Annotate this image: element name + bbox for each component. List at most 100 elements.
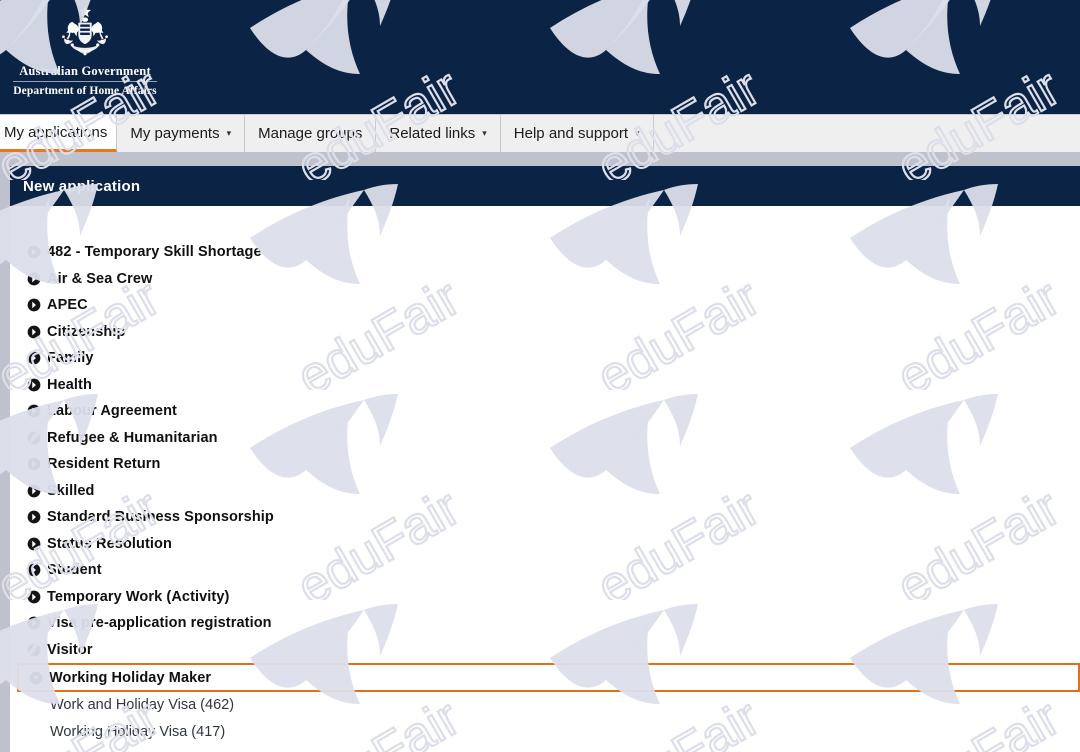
category-label: Citizenship [47,323,126,340]
chevron-right-circle-icon [27,325,41,339]
category-label: Family [47,350,94,367]
chevron-right-circle-icon [27,484,41,498]
category-row[interactable]: Air & Sea Crew [10,266,1080,293]
expand-toggle-closed[interactable] [27,457,41,471]
nav-item-label: My payments [130,125,220,142]
chevron-right-circle-icon [27,643,41,657]
category-label: Refugee & Humanitarian [47,429,218,446]
category-row[interactable]: Resident Return [10,451,1080,478]
category-row[interactable]: Temporary Work (Activity) [10,584,1080,611]
chevron-right-circle-icon [27,378,41,392]
application-category-list: 482 - Temporary Skill Shortage Air & Sea … [10,239,1080,745]
category-label: Temporary Work (Activity) [47,588,230,605]
category-label: Status Resolution [47,535,172,552]
category-label: Air & Sea Crew [47,270,153,287]
expand-toggle-closed[interactable] [27,590,41,604]
expand-toggle-closed[interactable] [27,325,41,339]
category-row[interactable]: Visitor [10,637,1080,664]
site-banner: Australian Government Department of Home… [0,0,1080,114]
panel-header: New application [10,166,1080,206]
expand-toggle-open[interactable] [29,671,43,685]
expand-toggle-closed[interactable] [27,351,41,365]
chevron-right-circle-icon [27,272,41,286]
category-row[interactable]: Status Resolution [10,531,1080,558]
category-row[interactable]: Refugee & Humanitarian [10,425,1080,452]
category-label: Student [47,562,102,579]
left-gutter [0,166,10,752]
main-navigation: My applications My payments ▾ Manage groups… [0,114,1080,152]
nav-bottom-band [0,152,1080,166]
nav-item-help-and-support[interactable]: Help and support ▾ [501,115,654,152]
visa-subtype-item[interactable]: Work and Holiday Visa (462) [10,692,1080,719]
expand-toggle-closed[interactable] [27,484,41,498]
nav-item-my-payments[interactable]: My payments ▾ [117,115,246,152]
expand-toggle-closed[interactable] [27,272,41,286]
category-row[interactable]: Standard Business Sponsorship [10,504,1080,531]
chevron-right-circle-icon [27,510,41,524]
category-row[interactable]: APEC [10,292,1080,319]
nav-item-manage-groups[interactable]: Manage groups [245,115,377,152]
chevron-right-circle-icon [27,431,41,445]
category-label: Skilled [47,482,95,499]
chevron-right-circle-icon [27,590,41,604]
category-row[interactable]: Health [10,372,1080,399]
government-branding: Australian Government Department of Home… [10,4,160,98]
chevron-right-circle-icon [27,563,41,577]
chevron-down-icon: ▾ [635,128,640,138]
category-row[interactable]: Student [10,557,1080,584]
chevron-right-circle-icon [27,537,41,551]
nav-item-label: Help and support [513,125,629,142]
visa-subtype-label: Working Holiday Visa (417) [50,723,226,740]
chevron-right-circle-icon [27,404,41,418]
category-label: Labour Agreement [47,403,177,420]
category-row[interactable]: Skilled [10,478,1080,505]
chevron-down-icon: ▾ [226,128,232,138]
expand-toggle-closed[interactable] [27,537,41,551]
government-title: Australian Government [19,64,151,78]
category-label: Resident Return [47,456,161,473]
chevron-down-circle-icon [29,671,43,684]
chevron-right-circle-icon [27,298,41,312]
expand-toggle-closed[interactable] [27,245,41,259]
nav-item-my-applications[interactable]: My applications [0,115,118,152]
department-title: Department of Home Affairs [13,85,157,97]
expand-toggle-closed[interactable] [27,404,41,418]
chevron-down-icon: ▾ [482,128,487,138]
chevron-right-circle-icon [27,351,41,365]
visa-subtype-label: Work and Holiday Visa (462) [50,697,235,714]
expand-toggle-closed[interactable] [27,563,41,577]
expand-toggle-closed[interactable] [27,298,41,312]
nav-item-label: My applications [4,123,108,141]
category-row[interactable]: Visa pre-application registration [10,610,1080,637]
australian-coat-of-arms-icon [62,5,108,56]
category-label: Standard Business Sponsorship [47,509,274,526]
expand-toggle-closed[interactable] [27,643,41,657]
chevron-right-circle-icon [27,457,41,471]
expand-toggle-closed[interactable] [27,510,41,524]
category-row[interactable]: Family [10,345,1080,372]
branding-divider [13,81,157,82]
category-label: Visa pre-application registration [47,615,272,632]
visa-subtype-item[interactable]: Working Holiday Visa (417) [10,719,1080,746]
category-row[interactable]: Working Holiday Maker [17,663,1080,692]
category-row[interactable]: 482 - Temporary Skill Shortage [10,239,1080,266]
category-label: Health [47,376,92,393]
page-title: New application [23,177,141,195]
nav-item-label: Manage groups [258,125,363,142]
nav-item-label: Related links [389,125,476,142]
category-label: Working Holiday Maker [49,669,212,686]
chevron-right-circle-icon [27,245,41,259]
category-label: APEC [47,297,88,314]
page-root: Australian Government Department of Home… [0,0,1080,752]
expand-toggle-closed[interactable] [27,616,41,630]
content-panel: New application 482 - Temporary Skill Sh… [10,166,1080,752]
category-label: Visitor [47,641,93,658]
expand-toggle-closed[interactable] [27,378,41,392]
category-row[interactable]: Citizenship [10,319,1080,346]
panel-body: 482 - Temporary Skill Shortage Air & Sea … [10,206,1080,745]
category-row[interactable]: Labour Agreement [10,398,1080,425]
category-label: 482 - Temporary Skill Shortage [47,244,262,261]
chevron-right-circle-icon [27,616,41,630]
expand-toggle-closed[interactable] [27,431,41,445]
nav-item-related-links[interactable]: Related links ▾ [376,115,501,152]
